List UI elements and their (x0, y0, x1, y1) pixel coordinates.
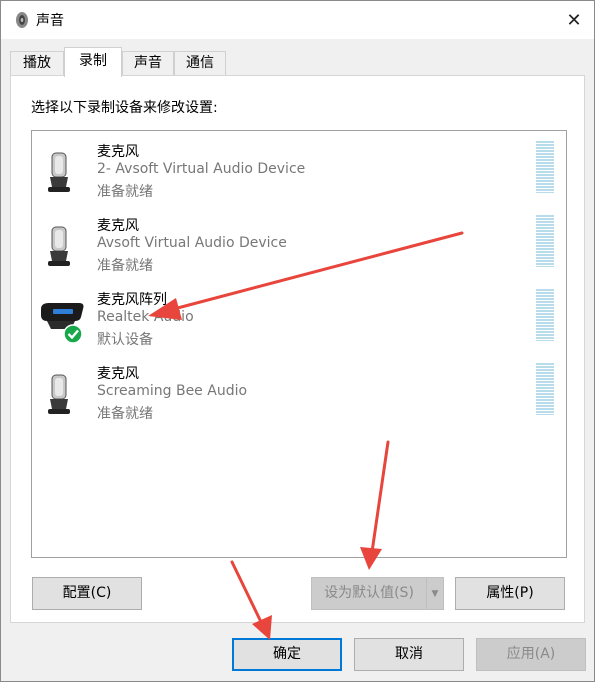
device-name: 麦克风阵列 (97, 292, 167, 308)
device-item[interactable]: 麦克风 2- Avsoft Virtual Audio Device 准备就绪 (32, 139, 566, 209)
microphone-icon (48, 374, 70, 414)
microphone-icon (48, 152, 70, 192)
tab-recording[interactable]: 录制 (64, 47, 122, 77)
device-item[interactable]: 麦克风阵列 Realtek Audio 默认设备 (32, 287, 566, 357)
device-item[interactable]: 麦克风 Avsoft Virtual Audio Device 准备就绪 (32, 213, 566, 283)
device-status: 默认设备 (97, 332, 153, 348)
device-name: 麦克风 (97, 366, 139, 382)
tab-communications[interactable]: 通信 (174, 51, 226, 75)
sound-dialog: 声音 ✕ 播放 录制 声音 通信 选择以下录制设备来修改设置: 麦克风 2- A… (0, 0, 595, 682)
device-status: 准备就绪 (97, 406, 153, 422)
level-meter (536, 363, 554, 415)
device-description: Avsoft Virtual Audio Device (97, 235, 287, 251)
speaker-icon (16, 12, 28, 28)
device-status: 准备就绪 (97, 184, 153, 200)
properties-button[interactable]: 属性(P) (455, 577, 565, 610)
chevron-down-icon: ▼ (431, 588, 439, 599)
configure-button[interactable]: 配置(C) (32, 577, 142, 610)
device-description: Realtek Audio (97, 309, 194, 325)
close-button[interactable]: ✕ (554, 1, 594, 39)
cancel-button[interactable]: 取消 (354, 638, 464, 671)
level-meter (536, 215, 554, 267)
title-bar: 声音 ✕ (1, 1, 594, 39)
device-description: 2- Avsoft Virtual Audio Device (97, 161, 306, 177)
set-default-dropdown[interactable]: ▼ (426, 577, 444, 610)
set-default-button[interactable]: 设为默认值(S) (311, 577, 427, 610)
device-item[interactable]: 麦克风 Screaming Bee Audio 准备就绪 (32, 361, 566, 431)
check-icon (63, 324, 83, 344)
level-meter (536, 141, 554, 193)
tab-sounds[interactable]: 声音 (122, 51, 174, 75)
device-status: 准备就绪 (97, 258, 153, 274)
device-list[interactable]: 麦克风 2- Avsoft Virtual Audio Device 准备就绪 … (31, 130, 567, 558)
close-icon: ✕ (566, 9, 582, 31)
window-title: 声音 (36, 13, 64, 29)
device-description: Screaming Bee Audio (97, 383, 248, 399)
tab-playback[interactable]: 播放 (10, 51, 64, 75)
level-meter (536, 289, 554, 341)
apply-button[interactable]: 应用(A) (476, 638, 586, 671)
microphone-icon (48, 226, 70, 266)
microphone-array-icon (41, 303, 84, 344)
device-name: 麦克风 (97, 218, 139, 234)
instruction-label: 选择以下录制设备来修改设置: (31, 100, 218, 116)
device-name: 麦克风 (97, 144, 139, 160)
ok-button[interactable]: 确定 (232, 638, 342, 671)
